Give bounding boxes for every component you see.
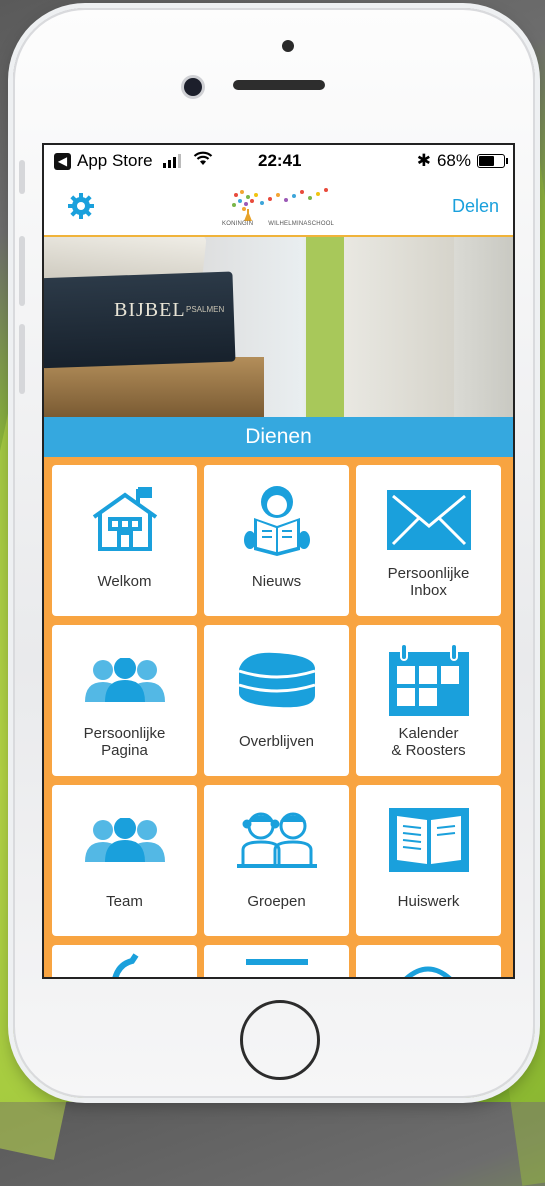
school-logo: KONINGIN WILHELMINASCHOOL — [222, 183, 352, 231]
battery-percent: 68% — [436, 151, 471, 170]
tile-label: Overblijven — [238, 733, 315, 750]
home-button[interactable] — [240, 1000, 320, 1080]
back-to-app-label[interactable]: App Store — [77, 151, 153, 171]
bluetooth-icon: ✱ — [416, 151, 431, 170]
tile-label: Team — [106, 893, 143, 910]
tile-groepen[interactable]: Groepen — [204, 785, 349, 936]
envelope-icon — [356, 483, 501, 557]
section-title: Dienen — [44, 417, 513, 457]
hero-image: BIJBEL PSALMEN — [44, 237, 513, 417]
tile-overblijven[interactable]: Overblijven — [204, 625, 349, 776]
book-subtitle: PSALMEN — [186, 305, 225, 314]
cellular-signal-icon — [162, 154, 181, 168]
gear-icon[interactable] — [68, 193, 94, 219]
tile-huiswerk[interactable]: Huiswerk — [356, 785, 501, 936]
app-screen: ◀ App Store 22:41 ✱ 68% KONINGIN WILHELM… — [44, 145, 513, 977]
people-icon — [52, 803, 197, 877]
tile-label: Welkom — [97, 573, 152, 590]
partial-icon — [112, 953, 139, 977]
proximity-sensor — [282, 40, 294, 52]
lunchbox-icon — [204, 643, 349, 717]
navigation-bar: KONINGIN WILHELMINASCHOOL Delen — [44, 177, 513, 237]
tile-label: Groepen — [247, 893, 306, 910]
tile-partial[interactable] — [204, 945, 349, 977]
reading-person-icon — [204, 483, 349, 557]
volume-down-button — [19, 324, 25, 394]
children-icon — [204, 803, 349, 877]
status-time: 22:41 — [258, 151, 302, 170]
tile-kalender-roosters[interactable]: Kalender & Roosters — [356, 625, 501, 776]
book-title: BIJBEL — [114, 299, 186, 321]
tile-team[interactable]: Team — [52, 785, 197, 936]
tile-label: Huiswerk — [397, 893, 460, 910]
tile-persoonlijke-inbox[interactable]: Persoonlijke Inbox — [356, 465, 501, 616]
tile-label: Persoonlijke Pagina — [83, 725, 166, 759]
volume-up-button — [19, 236, 25, 306]
tile-label: Nieuws — [251, 573, 302, 590]
partial-icon — [246, 959, 308, 965]
tile-partial[interactable] — [52, 945, 197, 977]
status-bar: ◀ App Store 22:41 ✱ 68% — [44, 145, 513, 177]
share-button[interactable]: Delen — [452, 196, 499, 217]
school-house-icon — [52, 483, 197, 557]
tile-persoonlijke-pagina[interactable]: Persoonlijke Pagina — [52, 625, 197, 776]
calendar-icon — [356, 643, 501, 717]
tile-label: Kalender & Roosters — [391, 725, 466, 759]
wifi-icon — [193, 151, 213, 171]
logo-text-right: WILHELMINASCHOOL — [268, 221, 335, 227]
battery-icon — [477, 154, 508, 168]
people-icon — [52, 643, 197, 717]
partial-icon — [404, 966, 452, 977]
tile-partial[interactable] — [356, 945, 501, 977]
tile-welkom[interactable]: Welkom — [52, 465, 197, 616]
tile-nieuws[interactable]: Nieuws — [204, 465, 349, 616]
front-camera — [184, 78, 202, 96]
tile-label: Persoonlijke Inbox — [387, 565, 470, 599]
earpiece-speaker — [233, 80, 325, 90]
open-book-icon — [356, 803, 501, 877]
logo-text-left: KONINGIN — [222, 221, 254, 227]
menu-grid: Welkom Nieuws Persoonlijke Inbox Persoon… — [52, 465, 507, 977]
back-to-app-icon[interactable]: ◀ — [54, 152, 71, 170]
mute-switch — [19, 160, 25, 194]
